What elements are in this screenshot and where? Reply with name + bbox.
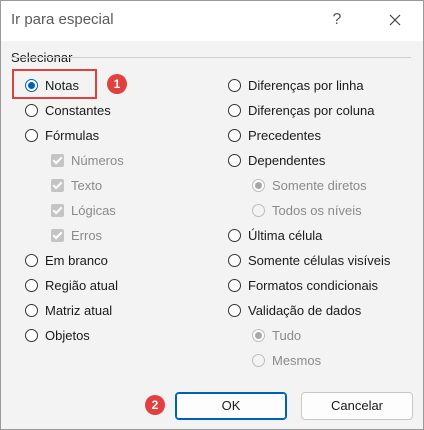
option-objetos[interactable]: Objetos	[25, 325, 90, 345]
radio-icon	[228, 128, 241, 142]
checkbox-erros: Erros	[51, 225, 102, 245]
option-todos-os-niveis: Todos os níveis	[252, 200, 362, 220]
option-formulas[interactable]: Fórmulas	[25, 125, 99, 145]
group-divider	[11, 57, 411, 58]
option-label: Em branco	[45, 252, 108, 268]
option-label: Matriz atual	[45, 302, 113, 318]
option-label: Fórmulas	[45, 127, 100, 143]
radio-icon	[25, 328, 38, 342]
checkbox-texto: Texto	[51, 175, 102, 195]
radio-icon	[228, 103, 241, 117]
radio-icon	[228, 228, 241, 242]
option-somente-celulas-visiveis[interactable]: Somente células visíveis	[228, 250, 390, 270]
radio-selected-disabled-icon	[252, 178, 265, 192]
checkbox-checked-disabled-icon	[51, 178, 64, 192]
radio-icon	[228, 153, 241, 167]
option-diferencas-por-coluna[interactable]: Diferenças por coluna	[228, 100, 374, 120]
help-button[interactable]: ?	[325, 7, 349, 33]
radio-icon	[25, 278, 38, 292]
option-tudo: Tudo	[252, 325, 301, 345]
checkbox-numeros: Números	[51, 150, 124, 170]
highlight-box	[12, 69, 97, 99]
option-em-branco[interactable]: Em branco	[25, 250, 108, 270]
radio-icon	[228, 278, 241, 292]
option-label: Dependentes	[248, 152, 326, 168]
option-label: Última célula	[248, 227, 323, 243]
checkbox-label: Erros	[71, 227, 103, 243]
option-label: Diferenças por linha	[248, 77, 364, 93]
cancel-button[interactable]: Cancelar	[301, 392, 413, 420]
step-badge-1: 1	[107, 74, 127, 94]
checkbox-checked-disabled-icon	[51, 203, 64, 217]
title-bar: Ir para especial ?	[1, 1, 423, 41]
checkbox-checked-disabled-icon	[51, 228, 64, 242]
radio-disabled-icon	[252, 203, 265, 217]
close-icon	[389, 14, 401, 26]
option-label: Diferenças por coluna	[248, 102, 375, 118]
option-label: Tudo	[272, 327, 302, 343]
option-label: Precedentes	[248, 127, 321, 143]
option-matriz-atual[interactable]: Matriz atual	[25, 300, 112, 320]
step-badge-2: 2	[145, 395, 165, 415]
option-constantes[interactable]: Constantes	[25, 100, 111, 120]
option-label: Objetos	[45, 327, 90, 343]
radio-icon	[228, 78, 241, 92]
radio-icon	[25, 103, 38, 117]
option-formatos-condicionais[interactable]: Formatos condicionais	[228, 275, 378, 295]
option-label: Todos os níveis	[272, 202, 362, 218]
checkbox-logicas: Lógicas	[51, 200, 116, 220]
radio-icon	[228, 303, 241, 317]
option-dependentes[interactable]: Dependentes	[228, 150, 325, 170]
radio-icon	[228, 253, 241, 267]
close-button[interactable]	[382, 7, 408, 33]
radio-disabled-icon	[252, 353, 265, 367]
checkbox-checked-disabled-icon	[51, 153, 64, 167]
option-label: Formatos condicionais	[248, 277, 379, 293]
option-label: Mesmos	[272, 352, 322, 368]
option-label: Constantes	[45, 102, 111, 118]
radio-icon	[25, 128, 38, 142]
option-validacao-de-dados[interactable]: Validação de dados	[228, 300, 361, 320]
option-label: Validação de dados	[248, 302, 362, 318]
option-ultima-celula[interactable]: Última célula	[228, 225, 322, 245]
radio-icon	[25, 303, 38, 317]
checkbox-label: Texto	[71, 177, 103, 193]
option-diferencas-por-linha[interactable]: Diferenças por linha	[228, 75, 364, 95]
checkbox-label: Lógicas	[71, 202, 116, 218]
option-regiao-atual[interactable]: Região atual	[25, 275, 118, 295]
option-mesmos: Mesmos	[252, 350, 321, 370]
go-to-special-dialog: Ir para especial ? Selecionar Notas Cons…	[0, 0, 424, 430]
option-label: Região atual	[45, 277, 118, 293]
ok-button[interactable]: OK	[175, 392, 287, 420]
option-label: Somente células visíveis	[248, 252, 391, 268]
radio-selected-disabled-icon	[252, 328, 265, 342]
option-label: Somente diretos	[272, 177, 367, 193]
dialog-title: Ir para especial	[11, 11, 114, 28]
radio-icon	[25, 253, 38, 267]
checkbox-label: Números	[71, 152, 124, 168]
option-precedentes[interactable]: Precedentes	[228, 125, 321, 145]
option-somente-diretos: Somente diretos	[252, 175, 367, 195]
